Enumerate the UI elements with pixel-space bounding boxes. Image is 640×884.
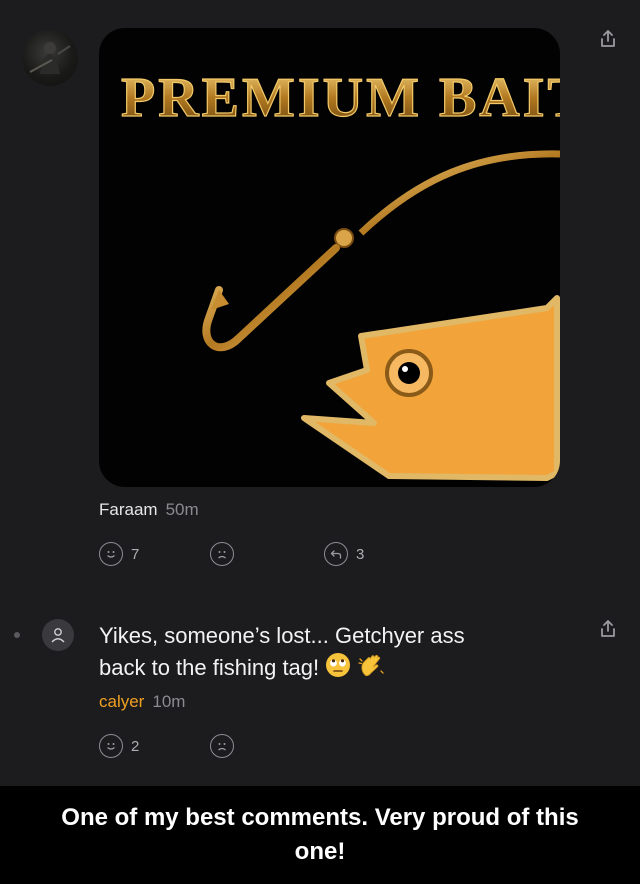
caption-text: One of my best comments. Very proud of t…: [61, 804, 579, 865]
user-icon: [51, 628, 65, 643]
share-icon[interactable]: [597, 28, 619, 50]
post-time: 50m: [165, 500, 199, 519]
post-like-button[interactable]: 7: [99, 542, 139, 566]
comment-line-2: back to the fishing tag!: [99, 654, 320, 680]
post-reply-button[interactable]: 3: [324, 542, 364, 566]
frown-icon: [210, 542, 234, 566]
comment-like-count: 2: [131, 737, 140, 755]
comment-text: Yikes, someone’s lost... Getchyer ass ba…: [99, 620, 569, 687]
post-author[interactable]: Faraam: [99, 500, 158, 519]
post-reply-count: 3: [356, 545, 365, 563]
smile-icon: [99, 734, 123, 758]
comment-meta: calyer 10m: [99, 692, 185, 712]
comment-time: 10m: [152, 692, 186, 711]
smile-icon: [99, 542, 123, 566]
eye-roll-emoji-icon: [325, 652, 351, 686]
comment-avatar[interactable]: [42, 619, 74, 651]
post-meta: Faraam 50m: [99, 500, 199, 520]
post-like-count: 7: [131, 545, 140, 563]
fish-body: [301, 295, 560, 481]
post-image-title: PREMIUM BAIT.: [121, 67, 560, 129]
post-avatar[interactable]: [22, 30, 78, 86]
post-image[interactable]: PREMIUM BAIT.: [99, 28, 560, 487]
comment-line-1: Yikes, someone’s lost... Getchyer ass: [99, 623, 465, 648]
comment-bullet: [14, 632, 20, 638]
post-dislike-button[interactable]: [210, 542, 234, 566]
comment-like-button[interactable]: 2: [99, 734, 139, 758]
reply-icon: [324, 542, 348, 566]
caption-bar: One of my best comments. Very proud of t…: [0, 786, 640, 884]
comment-author[interactable]: calyer: [99, 692, 144, 711]
comment-share-icon[interactable]: [597, 618, 619, 640]
frown-icon: [210, 734, 234, 758]
comment-dislike-button[interactable]: [210, 734, 234, 758]
avatar-figure-icon: [29, 42, 71, 74]
waving-hand-emoji-icon: [357, 651, 385, 687]
